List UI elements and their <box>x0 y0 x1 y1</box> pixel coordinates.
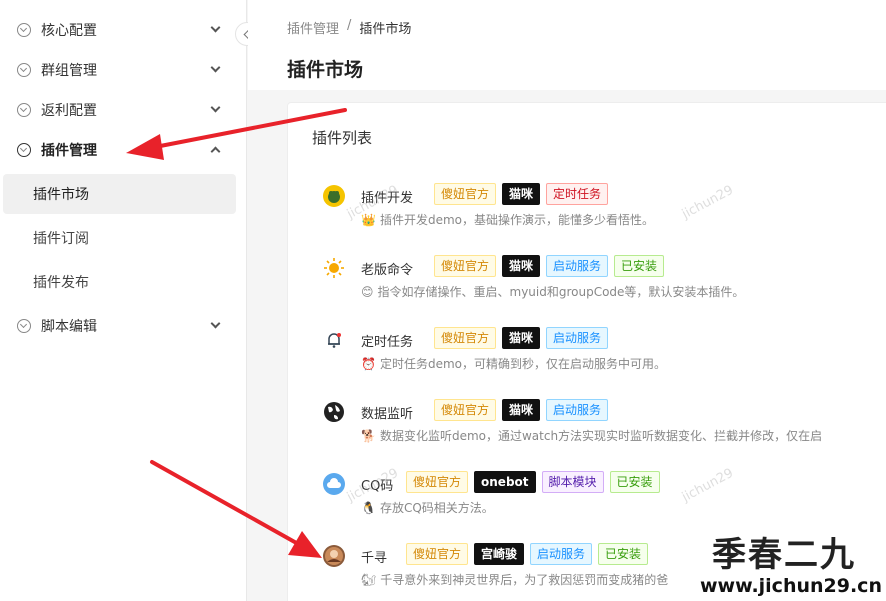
site-logo-watermark: 季春二九 www.jichun29.cn <box>700 527 886 601</box>
annotation-arrows <box>126 108 347 558</box>
logo-text: 季春二九 <box>712 535 856 575</box>
logo-url: www.jichun29.cn <box>700 575 882 597</box>
arrow-to-qianxun <box>150 460 322 558</box>
arrow-to-plugin-manage <box>126 108 347 160</box>
